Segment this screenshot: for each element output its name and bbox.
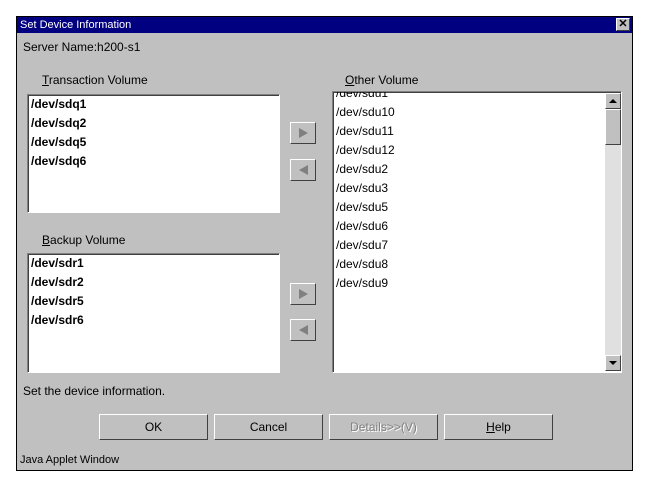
ok-button[interactable]: OK bbox=[99, 414, 208, 440]
scroll-up-icon bbox=[609, 99, 617, 103]
list-item[interactable]: /dev/sdr2 bbox=[28, 273, 279, 292]
list-item[interactable]: /dev/sdr1 bbox=[28, 254, 279, 273]
list-item[interactable]: /dev/sdu12 bbox=[333, 141, 605, 160]
cancel-button[interactable]: Cancel bbox=[214, 414, 323, 440]
list-item[interactable]: /dev/sdq6 bbox=[28, 152, 279, 171]
list-item[interactable]: /dev/sdu6 bbox=[333, 217, 605, 236]
list-item[interactable]: /dev/sdr6 bbox=[28, 311, 279, 330]
title-bar: Set Device Information ✕ bbox=[17, 17, 632, 33]
list-item[interactable]: /dev/sdq1 bbox=[28, 95, 279, 114]
list-item[interactable]: /dev/sdu1 bbox=[333, 92, 605, 103]
status-text: Set the device information. bbox=[23, 384, 166, 398]
list-item[interactable]: /dev/sdu10 bbox=[333, 103, 605, 122]
arrow-right-icon bbox=[299, 128, 308, 138]
scroll-down-button[interactable] bbox=[605, 355, 621, 371]
list-item[interactable]: /dev/sdu7 bbox=[333, 236, 605, 255]
scroll-thumb[interactable] bbox=[605, 109, 621, 145]
other-volume-listbox[interactable]: /dev/sdu1/dev/sdu10/dev/sdu11/dev/sdu12/… bbox=[332, 91, 622, 373]
list-item[interactable]: /dev/sdu9 bbox=[333, 274, 605, 293]
list-item[interactable]: /dev/sdu5 bbox=[333, 198, 605, 217]
arrow-left-icon bbox=[299, 165, 308, 175]
scroll-up-button[interactable] bbox=[605, 93, 621, 109]
transaction-volume-list[interactable]: /dev/sdq1/dev/sdq2/dev/sdq5/dev/sdq6 bbox=[27, 94, 280, 213]
arrow-right-icon bbox=[299, 289, 308, 299]
arrow-left-icon bbox=[299, 325, 308, 335]
set-device-information-dialog: Set Device Information ✕ Server Name:h20… bbox=[16, 16, 633, 471]
help-button[interactable]: Help bbox=[444, 414, 553, 440]
list-item[interactable]: /dev/sdq2 bbox=[28, 114, 279, 133]
list-item[interactable]: /dev/sdr5 bbox=[28, 292, 279, 311]
list-item[interactable]: /dev/sdu11 bbox=[333, 122, 605, 141]
transaction-volume-label: Transaction Volume bbox=[42, 73, 148, 87]
close-button[interactable]: ✕ bbox=[616, 18, 630, 31]
list-item[interactable]: /dev/sdu2 bbox=[333, 160, 605, 179]
other-volume-list[interactable]: /dev/sdu1/dev/sdu10/dev/sdu11/dev/sdu12/… bbox=[333, 92, 605, 293]
backup-volume-list[interactable]: /dev/sdr1/dev/sdr2/dev/sdr5/dev/sdr6 bbox=[27, 253, 280, 373]
server-name-label: Server Name:h200-s1 bbox=[23, 40, 141, 54]
list-item[interactable]: /dev/sdu3 bbox=[333, 179, 605, 198]
move-right-backup-button[interactable] bbox=[290, 283, 316, 305]
list-item[interactable]: /dev/sdu8 bbox=[333, 255, 605, 274]
move-right-transaction-button[interactable] bbox=[290, 122, 316, 144]
list-item[interactable]: /dev/sdq5 bbox=[28, 133, 279, 152]
details-button[interactable]: Details>>(V) bbox=[329, 414, 438, 440]
java-applet-footer: Java Applet Window bbox=[20, 454, 120, 466]
backup-volume-label: Backup Volume bbox=[42, 233, 126, 247]
move-left-backup-button[interactable] bbox=[290, 319, 316, 341]
scroll-down-icon bbox=[609, 361, 617, 365]
move-left-transaction-button[interactable] bbox=[290, 159, 316, 181]
other-volume-scrollbar[interactable] bbox=[605, 93, 621, 371]
window-title: Set Device Information bbox=[20, 19, 132, 31]
other-volume-label: Other Volume bbox=[345, 73, 419, 87]
